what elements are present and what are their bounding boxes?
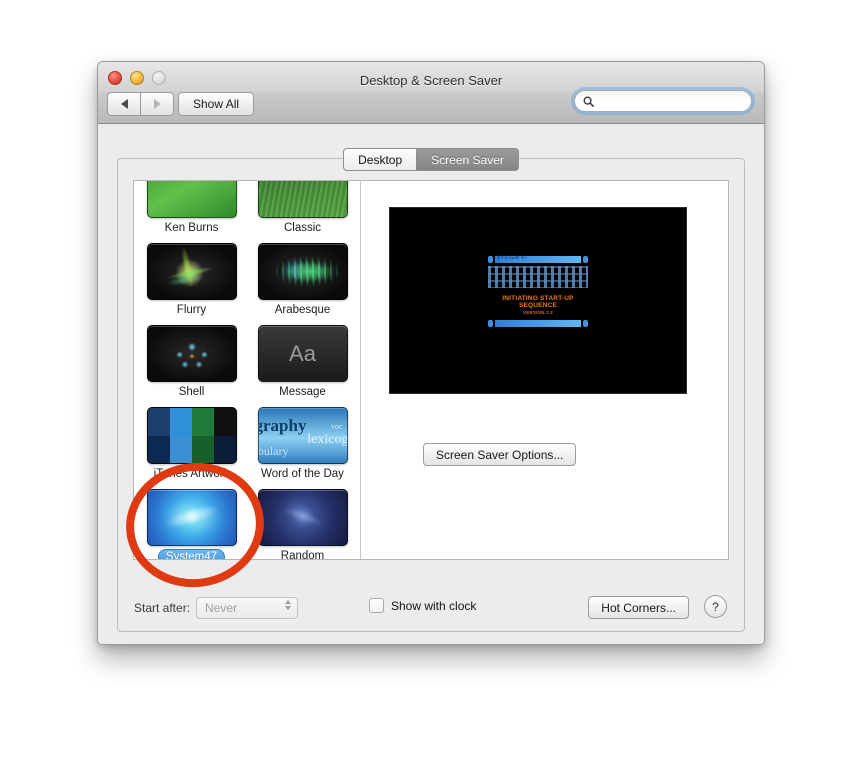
lcars-bar-segment-2	[495, 320, 581, 327]
word-sample-w1: graphy	[257, 416, 307, 435]
saver-thumbnail[interactable]	[146, 325, 237, 382]
album-tile	[169, 408, 192, 436]
saver-label: Classic	[283, 222, 322, 234]
saver-item-word-of-the-day[interactable]: graphylexicog abulary voc Word of the Day	[251, 401, 354, 483]
window-title: Desktop & Screen Saver	[359, 73, 503, 88]
saver-label: Random	[280, 550, 325, 559]
message-sample-text: Aa	[289, 340, 316, 366]
screen-saver-options-button[interactable]: Screen Saver Options...	[423, 443, 577, 466]
show-with-clock-group[interactable]: Show with clock	[369, 598, 476, 613]
lcars-graphic: SYSTEM 47 INITIATING START-UP SEQUENCE V…	[488, 255, 588, 327]
saver-item-shell[interactable]: Shell	[140, 319, 243, 401]
search-icon	[583, 95, 594, 107]
lcars-system-label: SYSTEM 47	[497, 255, 528, 261]
screen-saver-preview[interactable]: SYSTEM 47 INITIATING START-UP SEQUENCE V…	[389, 207, 687, 394]
show-with-clock-label: Show with clock	[391, 598, 477, 613]
back-button[interactable]	[107, 92, 140, 116]
word-sample-w4: voc	[330, 422, 343, 431]
hot-corners-button[interactable]: Hot Corners...	[588, 596, 689, 619]
start-after-label: Start after:	[134, 601, 191, 615]
lcars-cap-left	[488, 256, 493, 263]
search-container	[574, 90, 752, 112]
saver-label: Ken Burns	[164, 222, 219, 234]
lcars-headline: INITIATING START-UP SEQUENCE	[502, 295, 574, 309]
saver-thumbnail[interactable]	[146, 181, 237, 218]
forward-arrow-icon	[153, 99, 161, 109]
saver-thumbnail[interactable]	[146, 489, 237, 546]
album-tile	[191, 408, 214, 436]
saver-label: iTunes Artwork	[153, 468, 230, 480]
navigation-buttons	[107, 92, 174, 116]
album-tile	[213, 435, 236, 463]
saver-thumbnail[interactable]	[257, 243, 348, 300]
saver-item-message[interactable]: Aa Message	[251, 319, 354, 401]
lcars-cap-left-2	[488, 320, 493, 327]
window-body: Desktop Screen Saver Ken Burns Classic Flu…	[98, 124, 764, 644]
tab-bar: Desktop Screen Saver	[98, 148, 764, 171]
stepper-icon	[285, 600, 292, 610]
saver-item-random[interactable]: Random	[251, 483, 354, 559]
album-tile	[191, 435, 214, 463]
start-after-value: Never	[205, 601, 238, 615]
back-arrow-icon	[120, 99, 128, 109]
saver-item-system47[interactable]: System47	[140, 483, 243, 559]
lcars-version: VERSION 2.2	[523, 310, 553, 315]
saver-item-classic[interactable]: Classic	[251, 181, 354, 237]
lcars-bottom-bar	[488, 320, 588, 327]
saver-label: Flurry	[176, 304, 207, 316]
saver-thumbnail[interactable]	[257, 181, 348, 218]
word-sample-w2: lexicog	[307, 432, 348, 447]
album-tile	[213, 408, 236, 436]
screen-saver-content: Ken Burns Classic Flurry Arabesque Shell Aa Me…	[133, 180, 729, 560]
start-after-group: Start after: Never	[134, 597, 299, 619]
tab-desktop[interactable]: Desktop	[343, 148, 417, 171]
saver-item-flurry[interactable]: Flurry	[140, 237, 243, 319]
saver-thumbnail[interactable]: Aa	[257, 325, 348, 382]
show-with-clock-checkbox[interactable]	[369, 598, 384, 613]
help-button[interactable]: ?	[704, 595, 727, 618]
word-sample-w3: abulary	[257, 444, 289, 458]
saver-label: Word of the Day	[261, 468, 344, 480]
preferences-panel: Ken Burns Classic Flurry Arabesque Shell Aa Me…	[117, 158, 745, 632]
album-tile	[147, 408, 170, 436]
forward-button[interactable]	[140, 92, 174, 116]
saver-item-arabesque[interactable]: Arabesque	[251, 237, 354, 319]
saver-label: Shell	[178, 386, 205, 398]
tab-screen-saver[interactable]: Screen Saver	[416, 148, 519, 171]
bottom-controls: Start after: Never Show with clock Hot C…	[133, 593, 729, 619]
lcars-bar-segment: SYSTEM 47	[495, 255, 581, 263]
saver-thumbnail[interactable]: graphylexicog abulary voc	[257, 407, 348, 464]
saver-label: Message	[279, 386, 326, 398]
saver-thumbnail[interactable]	[146, 243, 237, 300]
lcars-data-grid	[488, 266, 588, 288]
screen-saver-list[interactable]: Ken Burns Classic Flurry Arabesque Shell Aa Me…	[134, 181, 361, 559]
saver-label: Arabesque	[274, 304, 331, 316]
window-titlebar[interactable]: Desktop & Screen Saver Show All	[98, 62, 764, 124]
preview-pane: SYSTEM 47 INITIATING START-UP SEQUENCE V…	[361, 181, 728, 559]
saver-thumbnail[interactable]	[146, 407, 237, 464]
preferences-window: Desktop & Screen Saver Show All Desktop	[97, 61, 765, 645]
album-tile	[147, 435, 170, 463]
lcars-cap-right-2	[583, 320, 588, 327]
start-after-popup[interactable]: Never	[196, 597, 299, 619]
saver-label: System47	[157, 549, 226, 559]
saver-item-itunes-artwork[interactable]: iTunes Artwork	[140, 401, 243, 483]
lcars-top-bar: SYSTEM 47	[488, 255, 588, 263]
album-tile	[169, 435, 192, 463]
lcars-cap-right	[583, 256, 588, 263]
search-field[interactable]	[574, 90, 752, 112]
show-all-button[interactable]: Show All	[178, 92, 255, 116]
search-input[interactable]	[598, 94, 730, 108]
saver-thumbnail[interactable]	[257, 489, 348, 546]
saver-item-ken-burns[interactable]: Ken Burns	[140, 181, 243, 237]
